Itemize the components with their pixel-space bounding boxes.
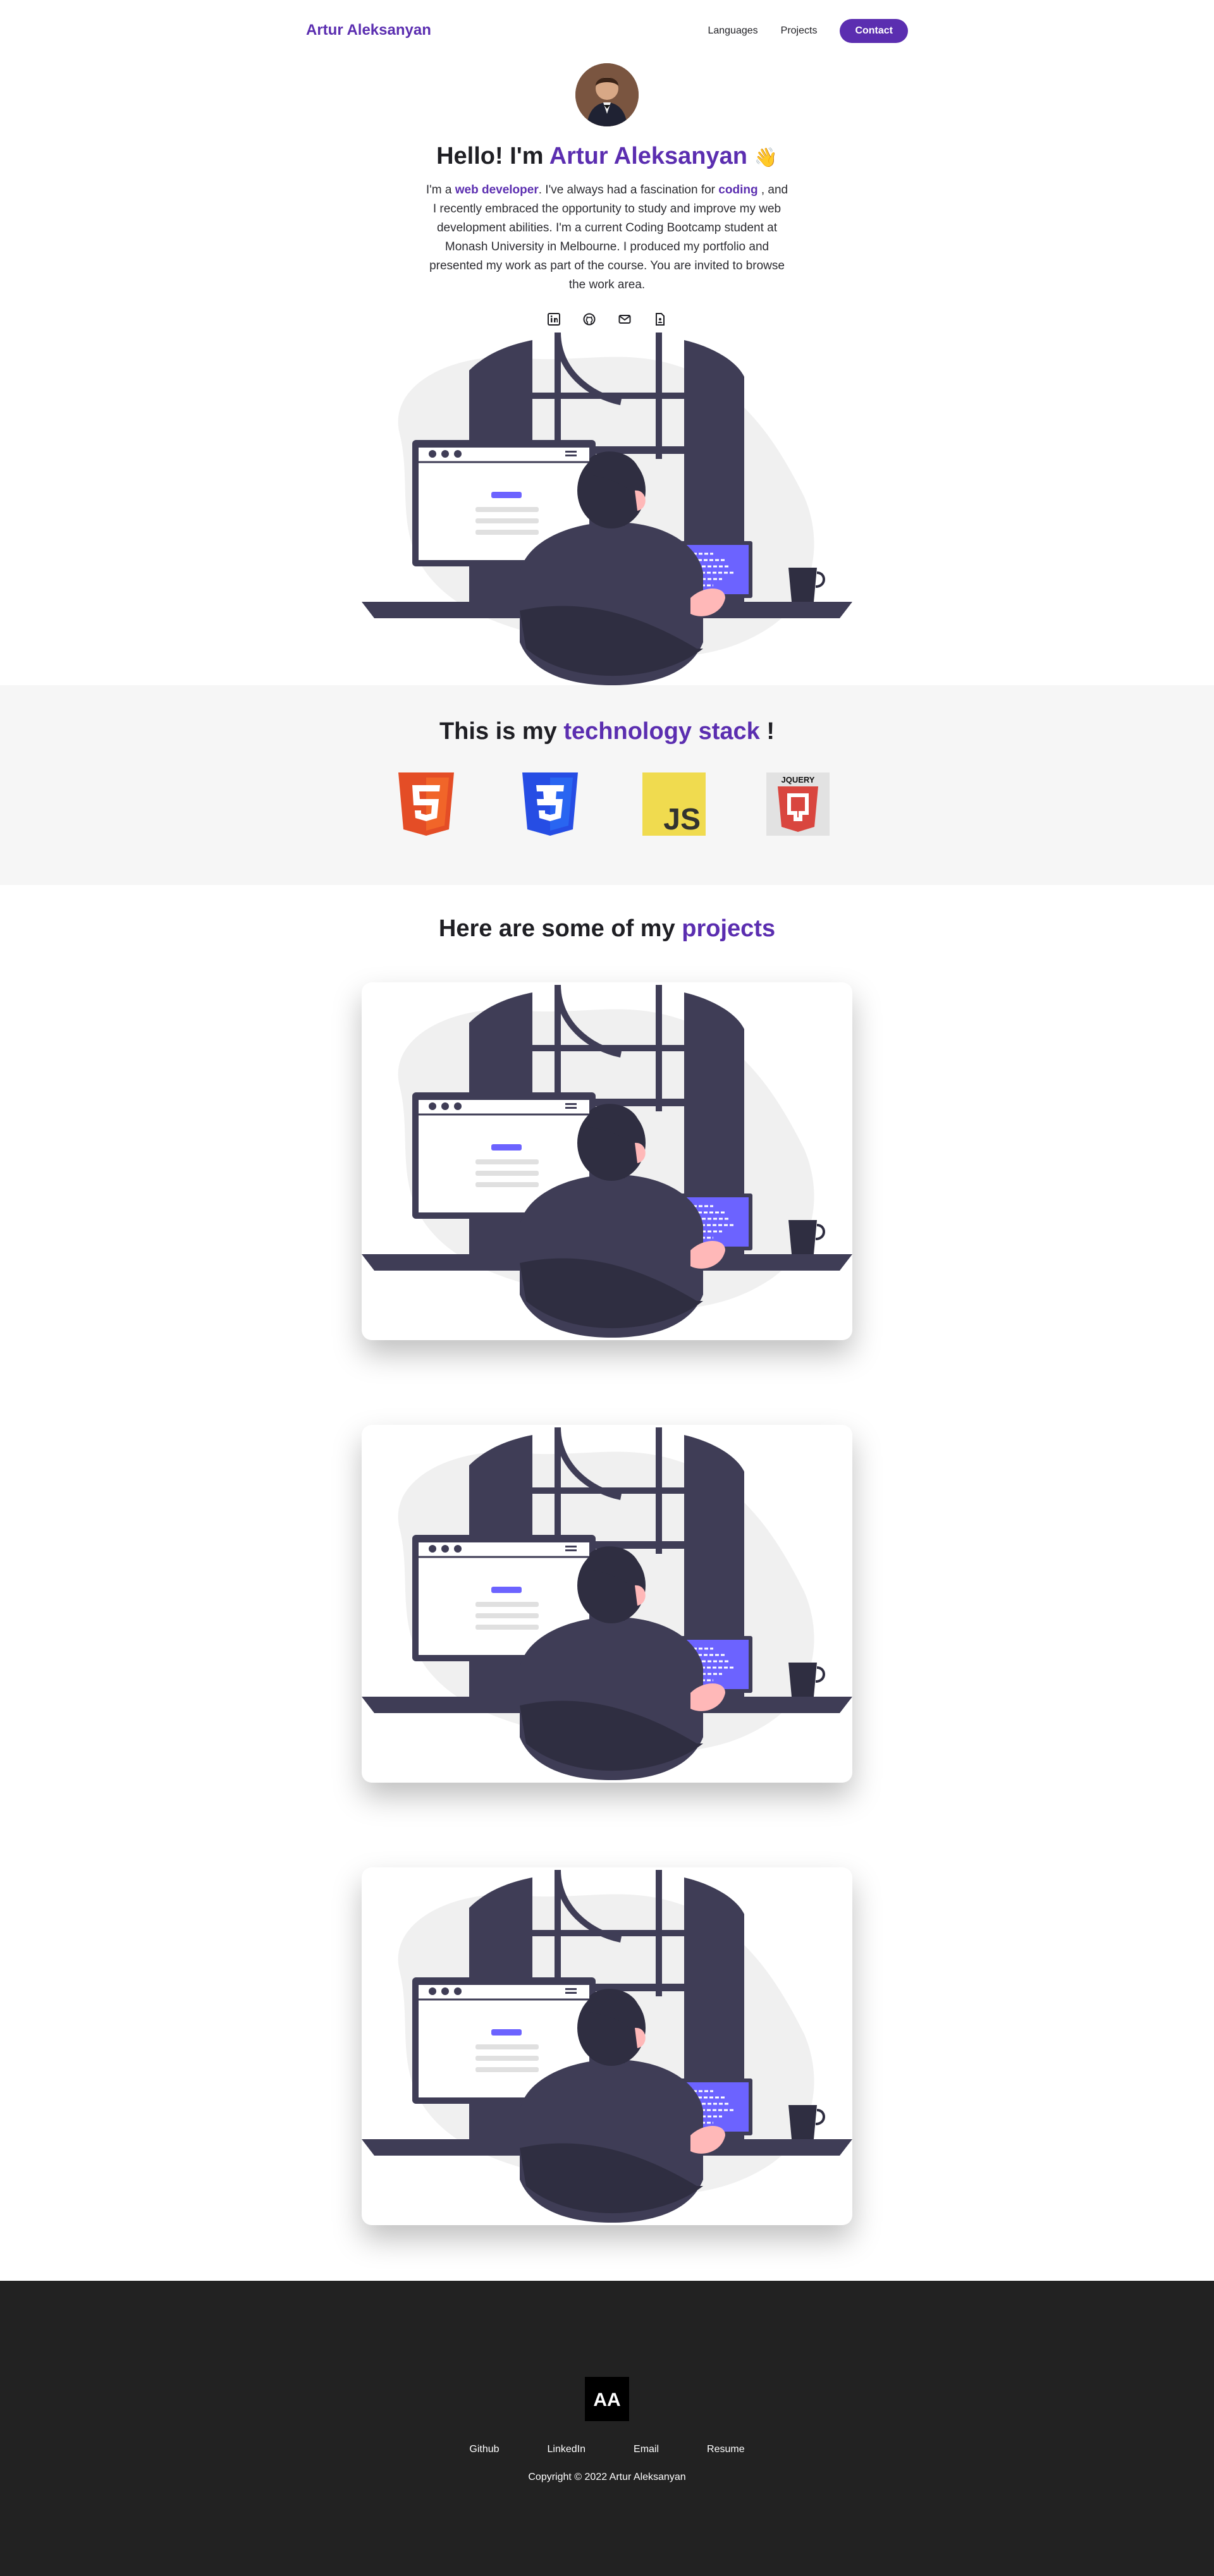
tech-stack-title: This is my technology stack ! <box>0 718 1214 745</box>
hero-name: Artur Aleksanyan <box>549 143 747 169</box>
github-icon[interactable] <box>582 312 596 326</box>
avatar <box>575 63 639 126</box>
projects-title: Here are some of my projects <box>0 915 1214 943</box>
navbar: Artur Aleksanyan Languages Projects Cont… <box>0 0 1214 63</box>
hero-greeting: Hello! I'm <box>436 143 544 169</box>
project-card[interactable] <box>362 982 852 1340</box>
nav-link-projects[interactable]: Projects <box>781 25 818 37</box>
email-icon[interactable] <box>618 312 632 326</box>
project-card[interactable] <box>362 1425 852 1783</box>
nav-links: Languages Projects Contact <box>708 19 908 43</box>
linkedin-icon[interactable] <box>547 312 561 326</box>
tech-title-accent: technology stack <box>563 718 760 745</box>
footer-link-linkedin[interactable]: LinkedIn <box>548 2444 586 2455</box>
copyright: Copyright © 2022 Artur Aleksanyan <box>528 2472 686 2482</box>
wave-emoji: 👋 <box>754 147 778 168</box>
footer-link-email[interactable]: Email <box>634 2444 659 2455</box>
footer-logo-text: AA <box>593 2390 620 2410</box>
javascript-icon: JS <box>642 772 706 836</box>
brand-logo[interactable]: Artur Aleksanyan <box>306 21 431 39</box>
tech-stack-section: This is my technology stack ! JS JQUERY <box>0 685 1214 885</box>
project-thumbnail <box>362 1867 852 2225</box>
tech-icons: JS JQUERY <box>395 772 830 836</box>
project-thumbnail <box>362 1425 852 1783</box>
hero-title: Hello! I'm Artur Aleksanyan 👋 <box>0 143 1214 170</box>
jquery-glyph: JQUERY <box>782 775 815 784</box>
javascript-glyph: JS <box>663 803 701 836</box>
intro-text-2: . I've always had a fascination for <box>538 183 719 197</box>
social-links <box>0 312 1214 326</box>
project-card[interactable] <box>362 1867 852 2225</box>
intro-highlight-web-developer: web developer <box>455 183 539 197</box>
html5-icon <box>395 772 458 836</box>
footer-link-github[interactable]: Github <box>469 2444 499 2455</box>
hero-intro: I'm a web developer. I've always had a f… <box>424 181 790 295</box>
tech-title-prefix: This is my <box>439 718 557 745</box>
developer-illustration <box>362 333 852 685</box>
intro-highlight-coding: coding <box>718 183 758 197</box>
tech-title-suffix: ! <box>759 718 775 745</box>
projects-title-accent: projects <box>682 915 776 942</box>
jquery-icon: JQUERY <box>766 772 830 836</box>
projects-title-prefix: Here are some of my <box>438 915 675 942</box>
intro-text-3: , and I recently embraced the opportunit… <box>429 183 788 291</box>
footer-logo[interactable]: AA <box>585 2377 629 2421</box>
avatar-photo <box>575 63 639 126</box>
footer: AA Github LinkedIn Email Resume Copyrigh… <box>0 2281 1214 2576</box>
footer-links: Github LinkedIn Email Resume <box>0 2444 1214 2455</box>
project-thumbnail <box>362 982 852 1340</box>
intro-text-1: I'm a <box>426 183 455 197</box>
contact-button[interactable]: Contact <box>840 19 908 43</box>
nav-link-languages[interactable]: Languages <box>708 25 757 37</box>
css3-icon <box>518 772 582 836</box>
footer-link-resume[interactable]: Resume <box>707 2444 745 2455</box>
resume-icon[interactable] <box>653 312 667 326</box>
